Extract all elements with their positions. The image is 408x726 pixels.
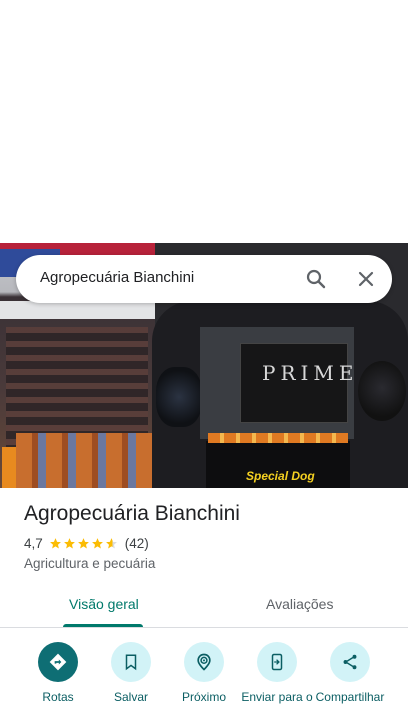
save-button[interactable]: Salvar [91, 640, 171, 704]
directions-label: Rotas [42, 690, 74, 704]
tab-overview[interactable]: Visão geral [69, 596, 139, 612]
action-buttons: Rotas Salvar Próximo Enviar para o Compa [0, 640, 408, 726]
send-to-phone-button[interactable]: Enviar para o [237, 640, 317, 704]
photo-table-brand: Special Dog [246, 469, 315, 483]
save-label: Salvar [113, 690, 148, 704]
share-icon [343, 654, 357, 670]
send-to-phone-icon [271, 653, 283, 671]
nearby-button[interactable]: Próximo [164, 640, 244, 704]
search-icon[interactable] [304, 267, 328, 291]
place-page: PRIME Special Dog Agropecuária Bianchini… [0, 0, 408, 726]
photo-board-text: PRIME [262, 361, 359, 385]
star-icon [77, 538, 89, 549]
share-button[interactable]: Compartilhar [310, 640, 390, 704]
star-icon [49, 538, 61, 549]
tab-reviews[interactable]: Avaliações [266, 596, 333, 612]
send-to-phone-label: Enviar para o [241, 690, 313, 704]
place-title: Agropecuária Bianchini [24, 502, 240, 525]
search-bar[interactable]: Agropecuária Bianchini [16, 255, 392, 303]
bookmark-icon [125, 654, 137, 671]
search-query[interactable]: Agropecuária Bianchini [40, 269, 194, 286]
star-icon [91, 538, 103, 549]
nearby-label: Próximo [181, 690, 226, 704]
star-icon [63, 538, 75, 549]
rating-row[interactable]: 4,7 (42) [24, 536, 149, 551]
place-category[interactable]: Agricultura e pecuária [24, 556, 155, 571]
directions-icon [49, 653, 67, 671]
rating-value: 4,7 [24, 536, 43, 551]
share-label: Compartilhar [315, 690, 385, 704]
star-half-icon [105, 538, 117, 549]
close-icon[interactable] [354, 267, 378, 291]
tab-bar: Visão geral Avaliações [0, 586, 408, 628]
nearby-icon [197, 653, 211, 671]
rating-stars [49, 537, 119, 550]
directions-button[interactable]: Rotas [18, 640, 98, 704]
tab-selected-indicator [63, 624, 143, 627]
review-count[interactable]: (42) [125, 536, 149, 551]
